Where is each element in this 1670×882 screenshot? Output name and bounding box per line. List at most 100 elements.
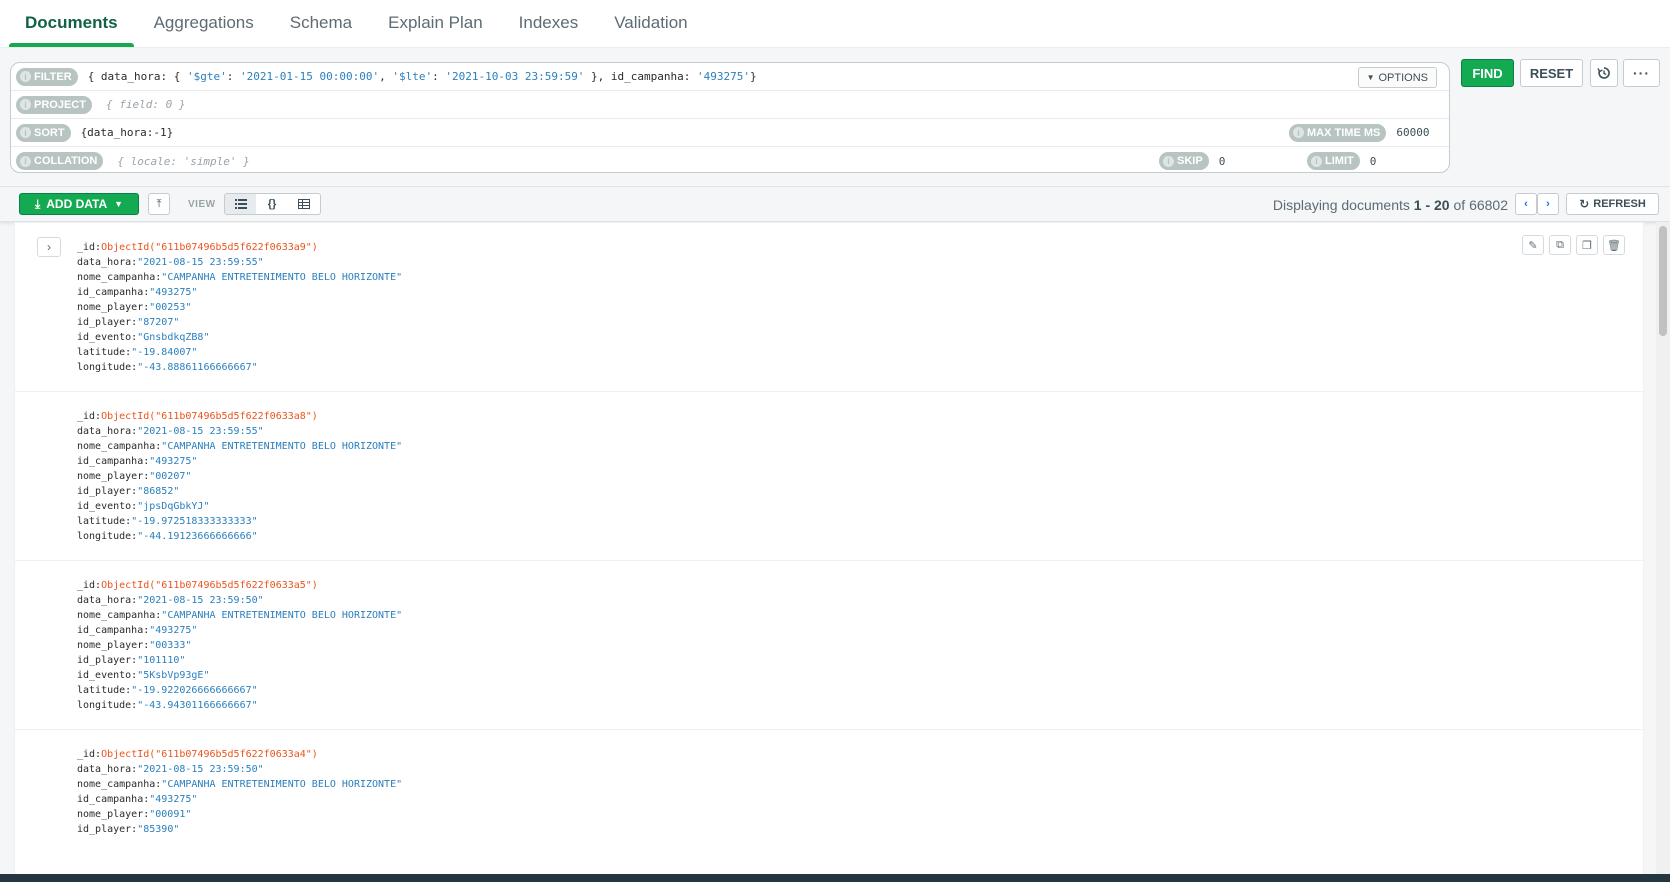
skip-label-text: SKIP	[1177, 155, 1203, 167]
document-list-scrollbar[interactable]	[1656, 222, 1670, 874]
info-icon: i	[20, 127, 31, 138]
document-actions: ✎ ⧉ ❐ 🗑	[1522, 235, 1625, 255]
limit-input[interactable]: 0	[1370, 155, 1377, 168]
copy-document-button[interactable]: ⧉	[1549, 235, 1571, 255]
max-time-field: i MAX TIME MS 60000	[1289, 123, 1429, 142]
document-card[interactable]: _id:ObjectId("611b07496b5d5f622f0633a8")…	[14, 391, 1644, 563]
field-value: "-43.88861166666667"	[137, 362, 258, 373]
field-value: "2021-08-15 23:59:55"	[137, 257, 264, 268]
field-nome-campanha: nome_campanha:"CAMPANHA ENTRETENIMENTO B…	[77, 441, 403, 452]
skip-input[interactable]: 0	[1219, 155, 1226, 168]
expand-document-button[interactable]: ›	[37, 237, 61, 257]
refresh-button[interactable]: ↻ REFRESH	[1566, 193, 1659, 215]
field-id-campanha: id_campanha:"493275"	[77, 794, 198, 805]
clone-document-button[interactable]: ❐	[1576, 235, 1598, 255]
project-label: i PROJECT	[16, 95, 92, 114]
chevron-left-icon: ‹	[1524, 198, 1528, 210]
clone-icon: ❐	[1582, 239, 1592, 252]
sort-input[interactable]: {data_hora:-1}	[81, 126, 174, 139]
download-icon: ⤓	[34, 196, 41, 211]
limit-label: i LIMIT	[1307, 152, 1360, 170]
field-value: "85390"	[137, 824, 180, 835]
filter-text: ,	[379, 70, 393, 83]
more-options-button[interactable]: ···	[1623, 59, 1660, 87]
table-view-button[interactable]	[288, 193, 321, 215]
sort-row: i SORT {data_hora:-1} i MAX TIME MS 60000	[11, 119, 1449, 147]
field-value: "2021-08-15 23:59:50"	[137, 764, 264, 775]
project-row: i PROJECT { field: 0 }	[11, 91, 1449, 119]
field-value: "00253"	[149, 302, 192, 313]
chevron-right-icon: ›	[1546, 198, 1550, 210]
filter-text: { data_hora: {	[87, 70, 188, 83]
reset-button[interactable]: RESET	[1520, 59, 1583, 87]
info-icon: i	[20, 99, 31, 110]
ellipsis-icon: ···	[1633, 65, 1650, 81]
filter-text: :	[226, 70, 241, 83]
field-id-player: id_player:"85390"	[77, 824, 180, 835]
tab-validation[interactable]: Validation	[598, 0, 703, 47]
tab-documents[interactable]: Documents	[9, 0, 134, 47]
field-value: "-19.972518333333333"	[131, 516, 258, 527]
tab-aggregations[interactable]: Aggregations	[138, 0, 270, 47]
field-nome-player: nome_player:"00253"	[77, 302, 192, 313]
document-fields: _id:ObjectId("611b07496b5d5f622f0633a5")…	[77, 578, 402, 713]
json-view-button[interactable]: {}	[256, 193, 289, 215]
field-longitude: longitude:"-44.19123666666666"	[77, 531, 258, 542]
json-view-icon: {}	[267, 198, 277, 210]
collation-label: i COLLATION	[16, 152, 104, 170]
add-data-button[interactable]: ⤓ ADD DATA ▼	[19, 193, 139, 215]
tab-explain-plan[interactable]: Explain Plan	[372, 0, 499, 47]
query-history-button[interactable]	[1590, 59, 1618, 87]
skip-field: i SKIP 0	[1159, 152, 1225, 170]
pencil-icon: ✎	[1528, 239, 1538, 252]
filter-text: }, id_campanha:	[584, 70, 698, 83]
prev-page-button[interactable]: ‹	[1515, 193, 1537, 215]
field-id: _id:ObjectId("611b07496b5d5f622f0633a4")	[77, 749, 318, 760]
field-value: "00333"	[149, 640, 192, 651]
document-card[interactable]: _id:ObjectId("611b07496b5d5f622f0633a4")…	[14, 729, 1644, 874]
delete-document-button[interactable]: 🗑	[1603, 235, 1625, 255]
collation-input[interactable]: { locale: 'simple' }	[117, 155, 249, 168]
tab-indexes[interactable]: Indexes	[503, 0, 595, 47]
field-value: "CAMPANHA ENTRETENIMENTO BELO HORIZONTE"	[161, 272, 403, 283]
field-nome-player: nome_player:"00333"	[77, 640, 192, 651]
scrollbar-thumb[interactable]	[1659, 226, 1667, 336]
field-nome-campanha: nome_campanha:"CAMPANHA ENTRETENIMENTO B…	[77, 272, 403, 283]
max-time-label: i MAX TIME MS	[1289, 123, 1387, 142]
query-bar: i FILTER { data_hora: { '$gte': '2021-01-…	[0, 49, 1670, 187]
field-id: _id:ObjectId("611b07496b5d5f622f0633a8")	[77, 411, 318, 422]
document-card[interactable]: _id:ObjectId("611b07496b5d5f622f0633a5")…	[14, 560, 1644, 732]
options-button[interactable]: ▼ OPTIONS	[1357, 67, 1437, 88]
filter-label: i FILTER	[16, 67, 78, 86]
list-view-button[interactable]	[224, 193, 257, 215]
field-id-player: id_player:"86852"	[77, 486, 180, 497]
chevron-right-icon: ›	[47, 240, 51, 254]
field-nome-campanha: nome_campanha:"CAMPANHA ENTRETENIMENTO B…	[77, 779, 403, 790]
trash-icon: 🗑	[1607, 239, 1621, 252]
max-time-input[interactable]: 60000	[1396, 126, 1429, 139]
next-page-button[interactable]: ›	[1537, 193, 1559, 215]
document-card[interactable]: › _id:ObjectId("611b07496b5d5f622f0633a9…	[14, 222, 1644, 394]
field-value: "CAMPANHA ENTRETENIMENTO BELO HORIZONTE"	[161, 610, 403, 621]
field-id-player: id_player:"87207"	[77, 317, 180, 328]
query-options-box: i FILTER { data_hora: { '$gte': '2021-01-…	[10, 62, 1450, 173]
field-value: "CAMPANHA ENTRETENIMENTO BELO HORIZONTE"	[161, 441, 403, 452]
caret-down-icon: ▼	[114, 199, 124, 209]
field-nome-campanha: nome_campanha:"CAMPANHA ENTRETENIMENTO B…	[77, 610, 403, 621]
limit-field: i LIMIT 0	[1307, 152, 1376, 170]
history-icon	[1597, 67, 1610, 79]
filter-input[interactable]: { data_hora: { '$gte': '2021-01-15 00:00…	[88, 70, 757, 83]
filter-operator: '$gte'	[187, 70, 227, 83]
find-button[interactable]: FIND	[1461, 59, 1514, 87]
field-data-hora: data_hora:"2021-08-15 23:59:50"	[77, 595, 264, 606]
collection-tabs: Documents Aggregations Schema Explain Pl…	[0, 0, 1670, 48]
tab-schema[interactable]: Schema	[274, 0, 368, 47]
field-id-evento: id_evento:"GnsbdkqZB8"	[77, 332, 210, 343]
info-icon: i	[20, 71, 31, 82]
field-latitude: latitude:"-19.922026666666667"	[77, 685, 258, 696]
edit-document-button[interactable]: ✎	[1522, 235, 1544, 255]
field-value: "493275"	[149, 456, 198, 467]
project-input[interactable]: { field: 0 }	[106, 98, 185, 111]
limit-label-text: LIMIT	[1325, 155, 1354, 167]
export-button[interactable]: ⤒	[148, 193, 170, 215]
